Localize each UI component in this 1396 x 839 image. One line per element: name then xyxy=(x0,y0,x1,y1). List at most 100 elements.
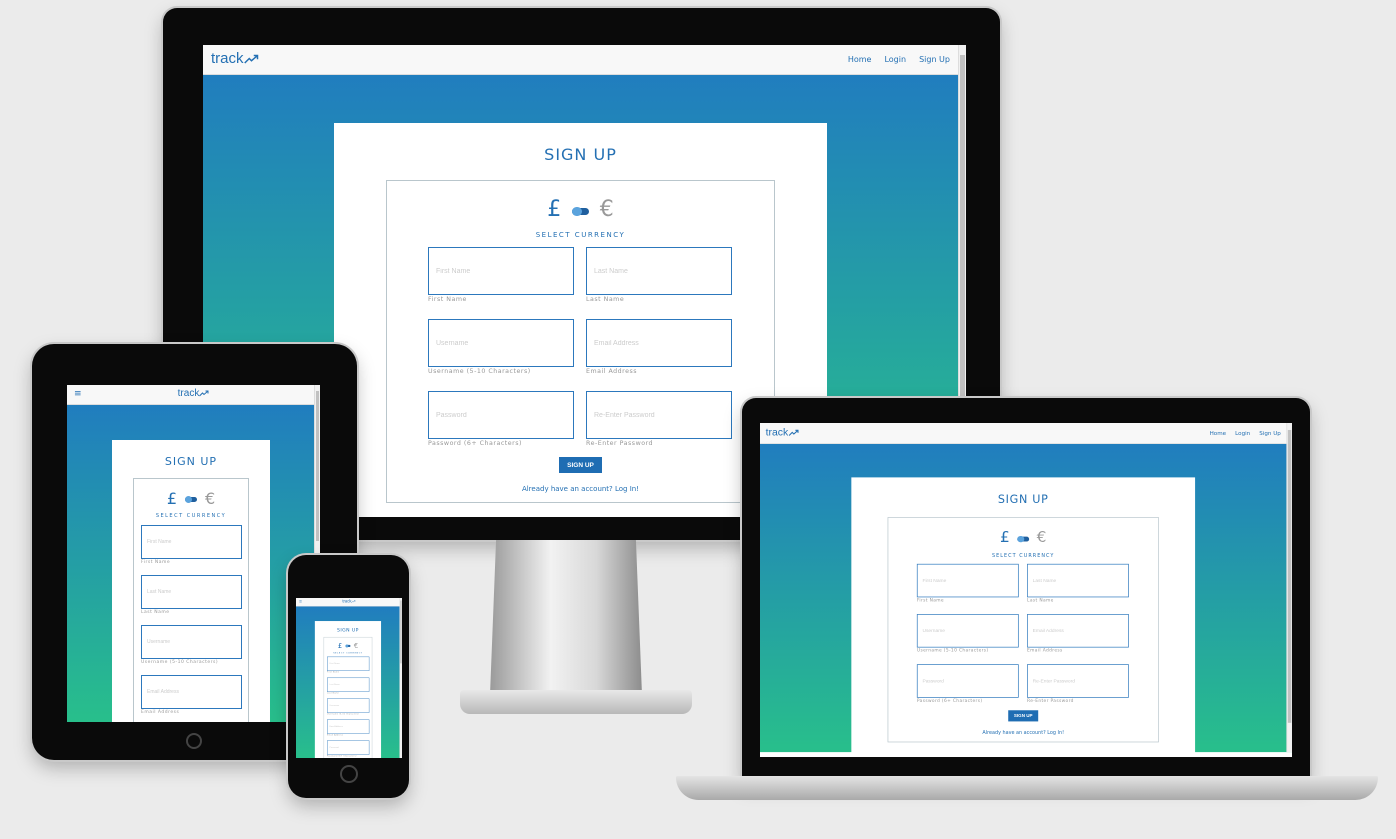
field-label: First Name xyxy=(916,598,944,603)
first-name-input[interactable] xyxy=(141,525,242,559)
euro-sign[interactable]: € xyxy=(1037,529,1047,546)
form-field: Last Name xyxy=(141,575,242,619)
scrollbar-thumb[interactable] xyxy=(1287,429,1292,723)
signup-button[interactable]: SIGN UP xyxy=(559,457,602,473)
euro-sign[interactable]: € xyxy=(354,642,358,650)
form-field: Username (5-10 Characters) xyxy=(141,625,242,669)
signup-form: £€SELECT CURRENCYFirst NameLast NameUser… xyxy=(133,478,249,722)
signup-button[interactable]: SIGN UP xyxy=(1008,710,1039,722)
page: track Home Login Sign Up SIGN UP £ € SELECT CUR… xyxy=(760,423,1292,757)
field-label: Password (6+ Characters) xyxy=(327,755,357,758)
login-link[interactable]: Already have an account? Log In! xyxy=(387,485,774,493)
currency-selector: £ € xyxy=(134,489,248,508)
field-label: Last Name xyxy=(141,610,170,615)
username-input[interactable] xyxy=(327,698,370,713)
navbar: ≡ track xyxy=(67,385,320,405)
pound-sign[interactable]: £ xyxy=(547,197,561,222)
field-label: Password (6+ Characters) xyxy=(916,698,983,704)
field-label: Email Address xyxy=(1027,648,1063,654)
last-name-input[interactable] xyxy=(586,247,732,295)
form-field: Username (5-10 Characters) xyxy=(428,319,574,377)
last-name-input[interactable] xyxy=(141,575,242,609)
nav-link-signup[interactable]: Sign Up xyxy=(919,55,950,64)
form-field: Email Address xyxy=(141,675,242,719)
last-name-input[interactable] xyxy=(1027,563,1129,598)
currency-toggle[interactable] xyxy=(185,495,197,504)
tablet-screen: ≡ track SIGN UP £ € SELECT CURRENCY First Name… xyxy=(67,385,320,722)
username-input[interactable] xyxy=(428,319,574,367)
page-title: SIGN UP xyxy=(164,455,218,468)
scrollbar[interactable] xyxy=(399,598,402,758)
form-field: Re-Enter Password xyxy=(586,391,732,449)
phone-screen: ≡ track SIGN UP £ € SELECT CURRENCY First Name… xyxy=(296,598,402,758)
last-name-input[interactable] xyxy=(327,677,370,692)
brand-name: track xyxy=(765,426,789,439)
password-input[interactable] xyxy=(428,391,574,439)
pound-sign[interactable]: £ xyxy=(1000,529,1010,546)
currency-toggle[interactable] xyxy=(572,206,589,217)
brand-name: track xyxy=(342,599,352,604)
field-label: First Name xyxy=(327,671,340,674)
form-field: Email Address xyxy=(327,719,370,738)
euro-sign[interactable]: € xyxy=(600,197,614,222)
select-currency-label: SELECT CURRENCY xyxy=(155,513,227,519)
email-input[interactable] xyxy=(1027,614,1129,648)
form-field: Password (6+ Characters) xyxy=(428,391,574,449)
username-input[interactable] xyxy=(141,625,242,659)
brand-logo[interactable]: track xyxy=(67,388,320,399)
scrollbar-thumb[interactable] xyxy=(316,391,319,541)
first-name-input[interactable] xyxy=(916,563,1019,598)
form-field: Last Name xyxy=(586,247,732,305)
currency-toggle[interactable] xyxy=(1017,535,1029,543)
field-label: Username (5-10 Characters) xyxy=(141,660,219,665)
email-input[interactable] xyxy=(141,675,242,709)
nav-link-home[interactable]: Home xyxy=(1210,430,1226,436)
first-name-input[interactable] xyxy=(327,656,370,671)
email-input[interactable] xyxy=(327,719,370,734)
confirm-password-input[interactable] xyxy=(1027,664,1129,698)
nav-link-home[interactable]: Home xyxy=(848,55,872,64)
form-field: Email Address xyxy=(1027,614,1129,654)
confirm-password-input[interactable] xyxy=(586,391,732,439)
field-label: Re-Enter Password xyxy=(1027,698,1074,704)
signup-form: £€SELECT CURRENCYFirst NameLast NameUser… xyxy=(386,180,775,503)
page-title: SIGN UP xyxy=(997,492,1049,506)
brand-logo[interactable]: track xyxy=(296,599,402,604)
pound-sign[interactable]: £ xyxy=(338,642,342,650)
password-input[interactable] xyxy=(916,664,1019,698)
page: ≡ track SIGN UP £ € SELECT CURRENCY First Name… xyxy=(296,598,402,758)
select-currency-label: SELECT CURRENCY xyxy=(991,552,1055,559)
field-label: Re-Enter Password xyxy=(586,440,654,447)
first-name-input[interactable] xyxy=(428,247,574,295)
login-link[interactable]: Already have an account? Log In! xyxy=(888,730,1158,736)
phone-home-button xyxy=(340,765,358,783)
scrollbar-thumb[interactable] xyxy=(400,600,402,664)
field-label: Email Address xyxy=(327,734,344,737)
toggle-knob xyxy=(1017,535,1025,543)
page: ≡ track SIGN UP £ € SELECT CURRENCY First Name… xyxy=(67,385,320,722)
currency-selector: £ € xyxy=(324,642,372,650)
nav-link-signup[interactable]: Sign Up xyxy=(1259,430,1281,436)
form-field: Password (6+ Characters) xyxy=(916,664,1019,704)
page-title: SIGN UP xyxy=(544,145,617,164)
nav-link-login[interactable]: Login xyxy=(1235,430,1250,436)
password-input[interactable] xyxy=(327,740,370,755)
field-label: Last Name xyxy=(327,692,339,695)
email-input[interactable] xyxy=(586,319,732,367)
currency-selector: £ € xyxy=(888,529,1158,546)
select-currency-label: SELECT CURRENCY xyxy=(333,651,363,655)
toggle-knob xyxy=(185,495,193,504)
brand-logo[interactable]: track xyxy=(211,50,259,67)
nav-link-login[interactable]: Login xyxy=(884,55,906,64)
nav-links: Home Login Sign Up xyxy=(1210,430,1281,436)
scrollbar[interactable] xyxy=(1286,423,1292,753)
brand-logo[interactable]: track xyxy=(766,426,799,438)
field-label: Username (5-10 Characters) xyxy=(428,368,531,375)
trending-up-icon xyxy=(199,388,209,399)
form-field: Last Name xyxy=(1027,563,1129,604)
pound-sign[interactable]: £ xyxy=(167,489,177,508)
euro-sign[interactable]: € xyxy=(205,489,215,508)
trending-up-icon xyxy=(243,50,259,67)
username-input[interactable] xyxy=(916,614,1019,648)
currency-toggle[interactable] xyxy=(345,644,351,648)
